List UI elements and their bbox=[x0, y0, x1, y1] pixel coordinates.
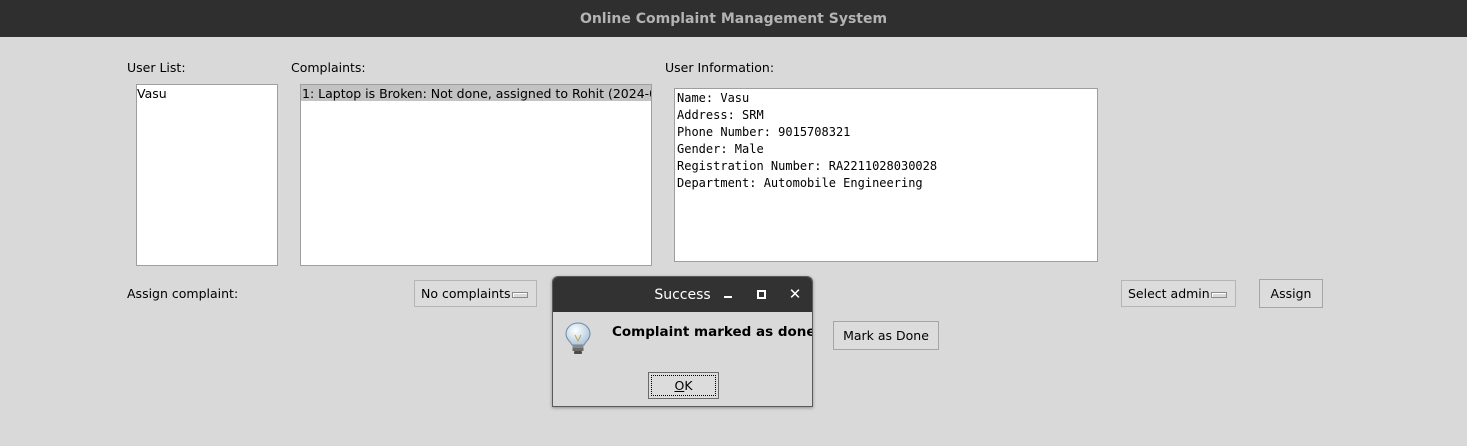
ok-button-label: K bbox=[684, 378, 693, 393]
complaints-listbox[interactable]: 1: Laptop is Broken: Not done, assigned … bbox=[300, 84, 652, 266]
user-info-department: Department: Automobile Engineering bbox=[677, 176, 923, 190]
close-icon[interactable]: ✕ bbox=[787, 285, 803, 303]
assign-complaint-label: Assign complaint: bbox=[127, 286, 239, 301]
admin-select[interactable]: Select admin bbox=[1121, 280, 1236, 307]
minimize-icon[interactable] bbox=[720, 286, 736, 302]
mark-as-done-button[interactable]: Mark as Done bbox=[833, 321, 939, 350]
user-info-name: Name: Vasu bbox=[677, 91, 750, 105]
list-item[interactable]: 1: Laptop is Broken: Not done, assigned … bbox=[301, 85, 651, 101]
dialog-title: Success bbox=[654, 286, 711, 303]
user-info-textbox[interactable]: Name: Vasu Address: SRM Phone Number: 90… bbox=[674, 88, 1098, 262]
user-info-registration: Registration Number: RA2211028030028 bbox=[677, 159, 938, 173]
assign-button[interactable]: Assign bbox=[1259, 279, 1323, 308]
dialog-titlebar: Success ✕ bbox=[553, 277, 812, 312]
admin-select-value: Select admin bbox=[1128, 286, 1210, 301]
dropdown-indicator-icon bbox=[1211, 292, 1227, 298]
user-listbox[interactable]: Vasu bbox=[136, 84, 278, 266]
maximize-icon[interactable] bbox=[753, 286, 769, 302]
user-list-label: User List: bbox=[127, 60, 186, 75]
user-info-gender: Gender: Male bbox=[677, 142, 764, 156]
complaint-select[interactable]: No complaints bbox=[414, 280, 537, 307]
complaint-select-value: No complaints bbox=[421, 286, 511, 301]
window-title: Online Complaint Management System bbox=[579, 10, 888, 27]
user-info-address: Address: SRM bbox=[677, 108, 764, 122]
dropdown-indicator-icon bbox=[512, 292, 528, 298]
window-titlebar: Online Complaint Management System bbox=[0, 0, 1467, 37]
user-info-label: User Information: bbox=[665, 60, 775, 75]
ok-button[interactable]: OK bbox=[648, 372, 719, 399]
lightbulb-icon bbox=[565, 322, 591, 354]
success-dialog: Success ✕ Complaint marked as done. OK bbox=[552, 276, 813, 407]
ok-button-mnemonic: O bbox=[674, 378, 685, 393]
user-info-phone: Phone Number: 9015708321 bbox=[677, 125, 851, 139]
list-item[interactable]: Vasu bbox=[137, 85, 277, 101]
complaints-label: Complaints: bbox=[291, 60, 366, 75]
dialog-message: Complaint marked as done. bbox=[612, 324, 813, 340]
